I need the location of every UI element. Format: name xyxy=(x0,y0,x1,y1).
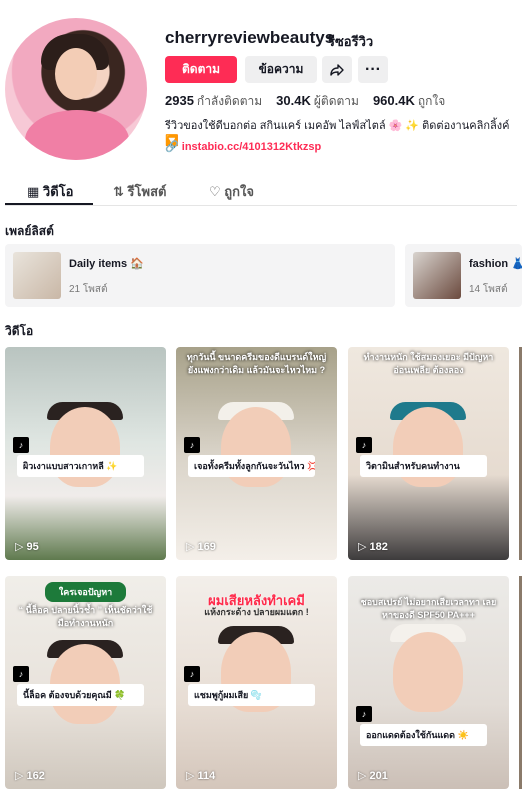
tab-videos[interactable]: ▦ วิดีโอ xyxy=(27,181,73,202)
link-icon: 🔗 xyxy=(165,141,179,153)
video-views: ▷ 182 xyxy=(358,540,388,553)
tiktok-icon: ♪ xyxy=(356,706,372,722)
video-overlay-text: ชอบสเปรย์ ไม่อยากเสียเวลาทา เลยหาของดี S… xyxy=(360,597,497,620)
playlist-thumbnail xyxy=(13,252,61,299)
video-view-count: 114 xyxy=(197,770,216,782)
tiktok-icon: ♪ xyxy=(13,437,29,453)
tiktok-icon: ♪ xyxy=(356,437,372,453)
video-caption: วิตามินสำหรับคนทำงาน xyxy=(360,455,487,477)
playlist-name: Daily items 🏠 xyxy=(69,258,144,270)
tiktok-icon: ♪ xyxy=(13,666,29,682)
heart-icon: ♡ xyxy=(209,184,221,199)
grid-icon: ▦ xyxy=(27,184,40,199)
video-views: ▷ 169 xyxy=(186,540,216,553)
more-button[interactable]: ··· xyxy=(358,56,388,83)
share-button[interactable] xyxy=(322,56,352,83)
share-icon xyxy=(330,63,344,76)
play-icon: ▷ xyxy=(15,541,24,553)
profile-stats: 2935 กำลังติดตาม 30.4K ผู้ติดตาม 960.4K ถูก… xyxy=(165,92,445,111)
tiktok-icon: ♪ xyxy=(184,666,200,682)
play-icon: ▷ xyxy=(186,770,195,782)
likes-stat: 960.4K ถูกใจ xyxy=(372,93,446,108)
video-person xyxy=(393,632,463,712)
tab-reposts[interactable]: ⇅ รีโพสต์ xyxy=(113,181,166,202)
play-icon: ▷ xyxy=(358,541,367,553)
video-view-count: 182 xyxy=(369,541,388,553)
play-icon: ▷ xyxy=(15,770,24,782)
video-view-count: 162 xyxy=(26,770,45,782)
video-overlay-text: แห้งกระด้าง ปลายผมแตก ! xyxy=(204,607,309,617)
play-icon: ▷ xyxy=(358,770,367,782)
video-banner: ใครเจอปัญหา xyxy=(45,582,126,602)
video-caption: ออกแดดต้องใช้กันแดด ☀️ xyxy=(360,724,487,746)
video-card[interactable]: ผมเสียหลังทำเคมี แห้งกระด้าง ปลายผมแตก !… xyxy=(176,576,337,789)
playlists-heading: เพลย์ลิสต์ xyxy=(5,224,54,238)
videos-heading: วิดีโอ xyxy=(5,324,34,338)
video-views: ▷ 95 xyxy=(15,540,39,553)
video-view-count: 201 xyxy=(369,770,388,782)
following-stat[interactable]: 2935 กำลังติดตาม xyxy=(165,92,262,111)
video-card[interactable]: ชอบสเปรย์ ไม่อยากเสียเวลาทา เลยหาของดี S… xyxy=(348,576,509,789)
video-card[interactable]: ทุกวันนี้ ขนาดครีมของดีแบรนด์ใหญ่ ยังแพง… xyxy=(176,347,337,560)
video-card[interactable]: ใครเจอปัญหา “ นี้ล็อค ปลายนิ้วช้ำ ” เห็น… xyxy=(5,576,166,789)
video-view-count: 169 xyxy=(197,541,216,553)
active-tab-indicator xyxy=(5,203,93,205)
playlist-count: 21 โพสต์ xyxy=(69,284,108,295)
tab-liked-label: ถูกใจ xyxy=(224,184,254,199)
followers-stat[interactable]: 30.4K ผู้ติดตาม xyxy=(276,92,359,111)
video-views: ▷ 114 xyxy=(186,769,215,782)
profile-avatar xyxy=(5,18,147,160)
profile-link-text[interactable]: instabio.cc/4101312Ktkzsp xyxy=(182,141,321,153)
avatar-face xyxy=(55,48,97,100)
video-overlay-text: ทุกวันนี้ ขนาดครีมของดีแบรนด์ใหญ่ ยังแพง… xyxy=(186,352,327,375)
message-button[interactable]: ข้อความ xyxy=(245,56,317,83)
tab-reposts-label: รีโพสต์ xyxy=(127,184,167,199)
video-card[interactable]: ทำงานหนัก ใช้สมองเยอะ มีปัญหาอ่อนเพลีย ต… xyxy=(348,347,509,560)
repost-icon: ⇅ xyxy=(113,184,124,199)
video-views: ▷ 162 xyxy=(15,769,45,782)
playlist-card[interactable]: Daily items 🏠 21 โพสต์ xyxy=(5,244,395,307)
profile-username: cherryreviewbeautys xyxy=(165,28,335,47)
video-caption: ผิวเงาแบบสาวเกาหลี ✨ xyxy=(17,455,144,477)
video-caption: นี้ล็อค ต้องจบด้วยคุณมี 🍀 xyxy=(17,684,144,706)
profile-nickname: รีซอรีวิว xyxy=(328,34,374,49)
video-caption: แชมพูกู้ผมเสีย 🫧 xyxy=(188,684,315,706)
avatar-dress xyxy=(25,110,129,160)
video-overlay-text: ทำงานหนัก ใช้สมองเยอะ มีปัญหาอ่อนเพลีย ต… xyxy=(363,352,494,375)
video-caption: เจอทั้งครีมทั้งลูกกันจะวันไหว 💢 xyxy=(188,455,315,477)
play-icon: ▷ xyxy=(186,541,195,553)
playlist-thumbnail xyxy=(413,252,461,299)
video-overlay-text: “ นี้ล็อค ปลายนิ้วช้ำ ” เห็นชัดว่าใช้มือ… xyxy=(18,605,153,628)
tab-videos-label: วิดีโอ xyxy=(42,184,74,199)
tab-liked[interactable]: ♡ ถูกใจ xyxy=(209,181,254,202)
tiktok-icon: ♪ xyxy=(184,437,200,453)
playlist-count: 14 โพสต์ xyxy=(469,284,508,295)
video-views: ▷ 201 xyxy=(358,769,388,782)
more-icon: ··· xyxy=(365,60,381,78)
profile-tabs: ▦ วิดีโอ ⇅ รีโพสต์ ♡ ถูกใจ xyxy=(5,178,517,206)
video-card[interactable]: ♪ ผิวเงาแบบสาวเกาหลี ✨ ▷ 95 xyxy=(5,347,166,560)
playlist-card[interactable]: fashion 👗 14 โพสต์ xyxy=(405,244,522,307)
playlist-name: fashion 👗 xyxy=(469,258,522,270)
video-view-count: 95 xyxy=(26,541,39,553)
profile-link[interactable]: 🔗 instabio.cc/4101312Ktkzsp xyxy=(165,140,321,153)
follow-button[interactable]: ติดตาม xyxy=(165,56,237,83)
